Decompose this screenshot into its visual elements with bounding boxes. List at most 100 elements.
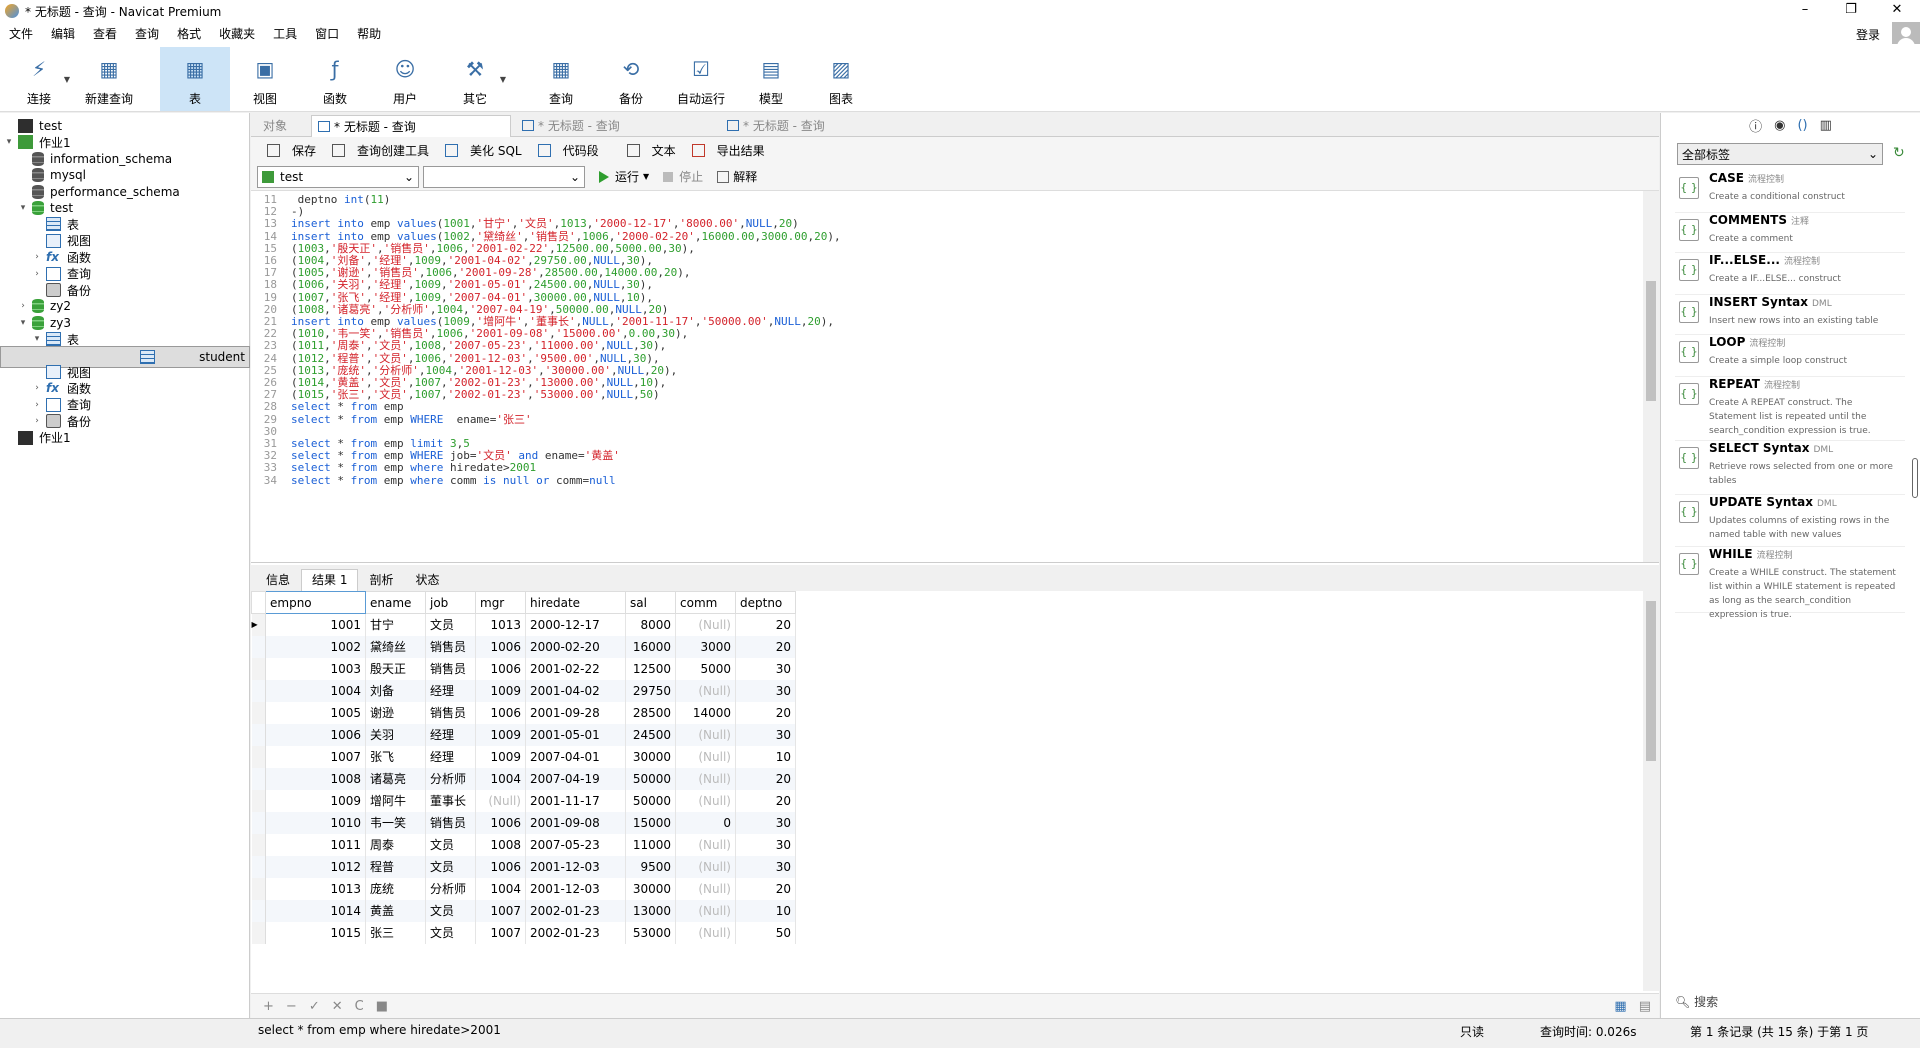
table-row[interactable]: 1011 周泰 文员 1008 2007-05-23 11000 (Null) 30: [251, 833, 796, 856]
table-cell[interactable]: 5000: [675, 657, 736, 680]
table-cell[interactable]: 29750: [625, 679, 676, 702]
close-button[interactable]: ✕: [1874, 0, 1920, 22]
result-tab[interactable]: 信息: [255, 569, 301, 591]
tab-query-3[interactable]: * 无标题 - 查询: [721, 115, 921, 137]
qtool-text-button[interactable]: 文本: [619, 142, 676, 159]
snippet-search[interactable]: 🔍︎ 搜索: [1675, 993, 1718, 1010]
menu-item[interactable]: 帮助: [348, 25, 390, 42]
table-cell[interactable]: 20: [735, 767, 796, 790]
table-cell[interactable]: 1011: [265, 833, 366, 856]
menu-item[interactable]: 查看: [84, 25, 126, 42]
column-header[interactable]: hiredate: [525, 591, 626, 614]
form-view-icon[interactable]: ▤: [1639, 999, 1651, 1014]
table-cell[interactable]: 3000: [675, 635, 736, 658]
table-cell[interactable]: 30000: [625, 745, 676, 768]
tab-query-1[interactable]: * 无标题 - 查询: [311, 115, 511, 137]
table-cell[interactable]: 2001-04-02: [525, 679, 626, 702]
stop-button[interactable]: 停止: [663, 168, 703, 185]
table-cell[interactable]: 24500: [625, 723, 676, 746]
column-header[interactable]: comm: [675, 591, 736, 614]
table-row[interactable]: 1009 增阿牛 董事长 (Null) 2001-11-17 50000 (Null) 20: [251, 789, 796, 812]
column-header[interactable]: deptno: [735, 591, 796, 614]
table-cell[interactable]: 甘宁: [365, 613, 426, 636]
table-cell[interactable]: 1002: [265, 635, 366, 658]
expand-toggle-icon[interactable]: ›: [32, 383, 42, 393]
menu-item[interactable]: 工具: [264, 25, 306, 42]
table-cell[interactable]: 1012: [265, 855, 366, 878]
delete-row-icon[interactable]: −: [286, 999, 297, 1014]
table-cell[interactable]: 文员: [425, 899, 476, 922]
table-cell[interactable]: 1006: [475, 811, 526, 834]
table-cell[interactable]: (Null): [675, 833, 736, 856]
snippet-item[interactable]: { } WHILE 流程控制 Create a WHILE construct. Th…: [1675, 547, 1905, 620]
table-cell[interactable]: 2002-01-23: [525, 899, 626, 922]
table-cell[interactable]: 14000: [675, 701, 736, 724]
menu-item[interactable]: 窗口: [306, 25, 348, 42]
table-cell[interactable]: 50000: [625, 767, 676, 790]
table-cell[interactable]: 董事长: [425, 789, 476, 812]
editor-scrollbar[interactable]: [1643, 191, 1659, 562]
table-cell[interactable]: 1003: [265, 657, 366, 680]
table-cell[interactable]: 12500: [625, 657, 676, 680]
table-cell[interactable]: 刘备: [365, 679, 426, 702]
qtool-export-button[interactable]: 导出结果: [684, 142, 765, 159]
table-cell[interactable]: 2001-09-08: [525, 811, 626, 834]
discard-icon[interactable]: ✕: [332, 999, 343, 1014]
table-cell[interactable]: 50: [735, 921, 796, 944]
table-cell[interactable]: 1009: [475, 679, 526, 702]
sql-editor[interactable]: 11 deptno int(11) 12 -) 13 insert into emp v…: [251, 191, 1659, 563]
result-grid[interactable]: empno ename job mgr hiredate sal comm deptno ▶ 10…: [251, 591, 1659, 991]
snippet-item[interactable]: { } CASE 流程控制 Create a conditional construc…: [1675, 171, 1905, 213]
table-row[interactable]: ▶ 1001 甘宁 文员 1013 2000-12-17 8000 (Null) 20: [251, 613, 796, 636]
snippet-item[interactable]: { } INSERT Syntax DML Insert new rows into …: [1675, 295, 1905, 335]
table-cell[interactable]: 20: [735, 613, 796, 636]
table-cell[interactable]: 2001-09-28: [525, 701, 626, 724]
table-row[interactable]: 1005 谢逊 销售员 1006 2001-09-28 28500 14000 20: [251, 701, 796, 724]
table-cell[interactable]: 1009: [475, 723, 526, 746]
table-cell[interactable]: 1004: [265, 679, 366, 702]
run-button[interactable]: 运行 ▼: [599, 168, 649, 185]
table-cell[interactable]: 诸葛亮: [365, 767, 426, 790]
table-row[interactable]: 1015 张三 文员 1007 2002-01-23 53000 (Null) 50: [251, 921, 796, 944]
result-tab[interactable]: 结果 1: [301, 569, 359, 591]
table-cell[interactable]: 程普: [365, 855, 426, 878]
scrollbar-thumb[interactable]: [1646, 281, 1656, 401]
table-cell[interactable]: 1007: [475, 899, 526, 922]
table-cell[interactable]: 2002-01-23: [525, 921, 626, 944]
column-header[interactable]: job: [425, 591, 476, 614]
table-cell[interactable]: 2001-12-03: [525, 855, 626, 878]
expand-toggle-icon[interactable]: ›: [32, 416, 42, 426]
table-cell[interactable]: 30: [735, 679, 796, 702]
table-cell[interactable]: (Null): [475, 789, 526, 812]
table-cell[interactable]: 20: [735, 789, 796, 812]
table-cell[interactable]: 1014: [265, 899, 366, 922]
table-cell[interactable]: (Null): [675, 877, 736, 900]
menu-item[interactable]: 文件: [0, 25, 42, 42]
tag-filter-select[interactable]: 全部标签 ⌄: [1677, 143, 1883, 165]
apply-icon[interactable]: ✓: [309, 999, 320, 1014]
table-cell[interactable]: 10: [735, 745, 796, 768]
table-cell[interactable]: 50000: [625, 789, 676, 812]
table-cell[interactable]: 经理: [425, 723, 476, 746]
table-cell[interactable]: (Null): [675, 921, 736, 944]
table-cell[interactable]: 张三: [365, 921, 426, 944]
expand-toggle-icon[interactable]: ›: [32, 269, 42, 279]
grid-icon[interactable]: ▥: [1820, 118, 1832, 133]
table-cell[interactable]: 销售员: [425, 811, 476, 834]
table-cell[interactable]: 9500: [625, 855, 676, 878]
table-cell[interactable]: 1006: [475, 855, 526, 878]
column-header[interactable]: empno: [265, 591, 366, 614]
snippet-item[interactable]: { } REPEAT 流程控制 Create A REPEAT construct. …: [1675, 377, 1905, 441]
grid-scrollbar[interactable]: [1643, 591, 1659, 991]
table-cell[interactable]: 销售员: [425, 657, 476, 680]
table-cell[interactable]: (Null): [675, 767, 736, 790]
toolbar-chart-button[interactable]: ▨ 图表: [806, 47, 876, 111]
expand-toggle-icon[interactable]: ▾: [4, 137, 14, 147]
table-cell[interactable]: 11000: [625, 833, 676, 856]
table-cell[interactable]: 28500: [625, 701, 676, 724]
table-cell[interactable]: 1006: [475, 635, 526, 658]
column-header[interactable]: mgr: [475, 591, 526, 614]
toolbar-query-button[interactable]: ▦ 查询: [526, 47, 596, 111]
table-row[interactable]: 1012 程普 文员 1006 2001-12-03 9500 (Null) 30: [251, 855, 796, 878]
toolbar-model-button[interactable]: ▤ 模型: [736, 47, 806, 111]
